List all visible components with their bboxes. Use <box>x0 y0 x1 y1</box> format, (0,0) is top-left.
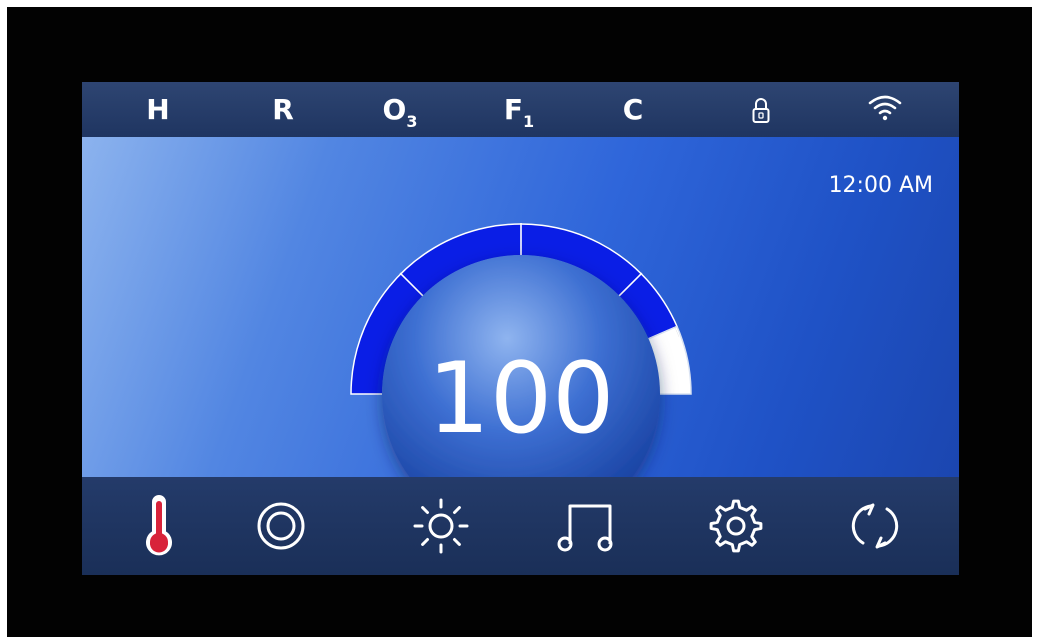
c-indicator: C <box>622 93 644 126</box>
ozone-indicator: O3 <box>382 93 418 131</box>
settings-button[interactable] <box>676 477 796 575</box>
wifi-icon[interactable] <box>865 82 905 137</box>
jets-button[interactable] <box>221 477 341 575</box>
gear-icon <box>709 499 763 553</box>
music-button[interactable] <box>528 477 648 575</box>
r-indicator: R <box>272 93 294 126</box>
main-panel: 12:00 AM 100 <box>82 137 959 477</box>
jets-icon <box>257 502 305 550</box>
temperature-button[interactable] <box>99 477 219 575</box>
temperature-dial[interactable]: 100 <box>82 137 959 477</box>
lock-icon[interactable] <box>749 82 779 137</box>
sun-icon <box>413 498 469 554</box>
filter-indicator: F1 <box>503 93 535 131</box>
temperature-readout: 100 <box>427 342 614 456</box>
light-button[interactable] <box>381 477 501 575</box>
refresh-icon <box>851 503 899 549</box>
status-bar: H R O3 F1 C <box>82 82 959 137</box>
bottom-nav <box>82 477 959 575</box>
page-margin <box>1032 0 1039 637</box>
cycle-button[interactable] <box>815 477 935 575</box>
music-note-icon <box>557 504 613 552</box>
heater-indicator: H <box>146 93 170 126</box>
spa-control-screen: H R O3 F1 C 12:00 AM 100 <box>82 82 959 575</box>
thermometer-icon <box>146 495 172 556</box>
